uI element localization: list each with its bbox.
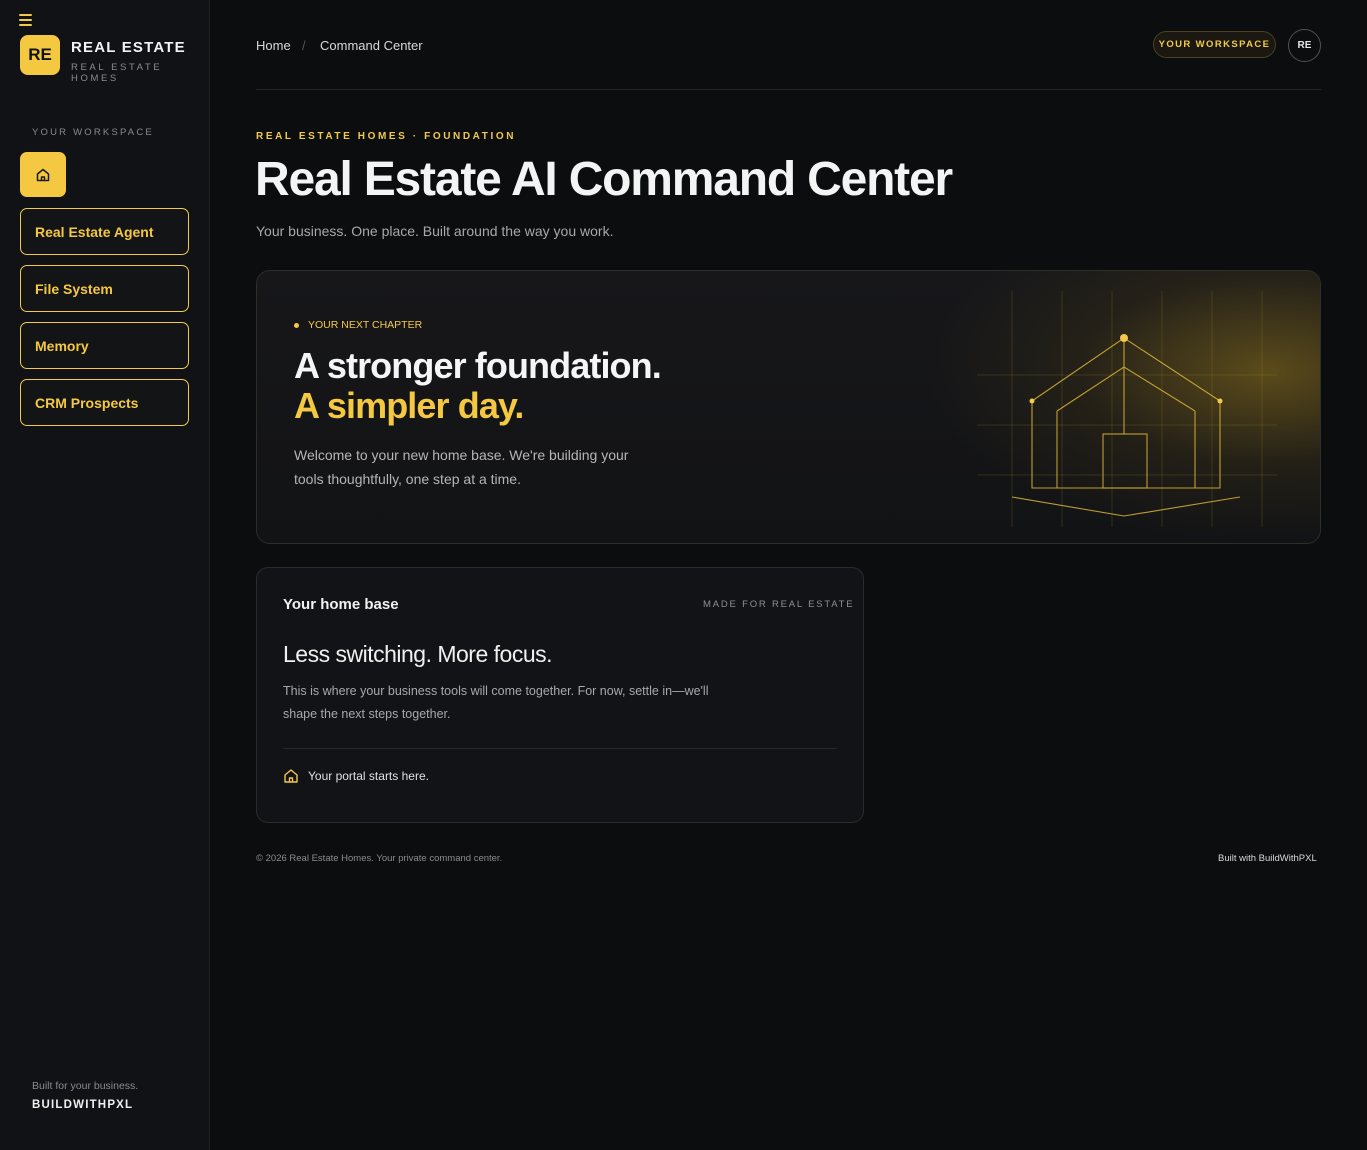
page-title: Real Estate AI Command Center	[255, 153, 953, 206]
hero-headline-accent: A simpler day.	[294, 385, 524, 426]
logo-badge: RE	[20, 35, 60, 75]
home-base-divider	[283, 748, 837, 749]
home-base-meta: MADE FOR REAL ESTATE	[703, 599, 855, 610]
copyright-text: © 2026 Real Estate Homes. Your private c…	[256, 853, 503, 864]
sidebar-home-button[interactable]	[20, 152, 66, 197]
home-base-body: This is where your business tools will c…	[283, 684, 709, 721]
breadcrumb-home-link[interactable]: Home	[256, 38, 291, 53]
sidebar-item-real-estate-agent[interactable]: Real Estate Agent	[20, 208, 189, 255]
breadcrumb-separator: /	[302, 38, 306, 53]
sidebar-footer-text: Built for your business.	[32, 1080, 139, 1092]
hero-card: YOUR NEXT CHAPTER A stronger foundation.…	[256, 270, 1321, 544]
built-with-link[interactable]: Built with BuildWithPXL	[1218, 853, 1317, 864]
house-blueprint-illustration	[977, 291, 1277, 527]
sidebar-item-memory[interactable]: Memory	[20, 322, 189, 369]
breadcrumb-current: Command Center	[320, 38, 423, 53]
sidebar-item-crm-prospects[interactable]: CRM Prospects	[20, 379, 189, 426]
bullet-dot-icon	[294, 322, 299, 328]
sidebar: RE REAL ESTATE REAL ESTATE HOMES YOUR WO…	[0, 0, 210, 1150]
header-divider	[256, 89, 1321, 90]
avatar[interactable]: RE	[1288, 29, 1321, 62]
home-base-headline: Less switching. More focus.	[283, 641, 553, 667]
home-base-footer: Your portal starts here.	[308, 769, 429, 783]
sidebar-section-label: YOUR WORKSPACE	[32, 127, 154, 138]
hero-body: Welcome to your new home base. We're bui…	[294, 447, 629, 487]
sidebar-item-file-system[interactable]: File System	[20, 265, 189, 312]
page-eyebrow: REAL ESTATE HOMES · FOUNDATION	[256, 131, 517, 142]
hero-tag: YOUR NEXT CHAPTER	[294, 319, 422, 331]
home-icon	[36, 168, 50, 181]
page-subtitle: Your business. One place. Built around t…	[256, 223, 614, 239]
home-base-card: Your home base MADE FOR REAL ESTATE Less…	[256, 567, 864, 823]
menu-icon[interactable]	[19, 14, 32, 26]
sidebar-footer-brand: BUILDWITHPXL	[32, 1099, 134, 1111]
brand-title: REAL ESTATE	[71, 39, 186, 56]
home-base-title: Your home base	[283, 596, 399, 613]
hero-tag-label: YOUR NEXT CHAPTER	[308, 319, 423, 331]
workspace-pill[interactable]: YOUR WORKSPACE	[1153, 31, 1276, 58]
home-icon	[284, 769, 298, 783]
hero-headline-primary: A stronger foundation.	[294, 345, 662, 386]
brand-subtitle: REAL ESTATE HOMES	[71, 62, 163, 84]
app-root: RE REAL ESTATE REAL ESTATE HOMES YOUR WO…	[0, 0, 1367, 1150]
